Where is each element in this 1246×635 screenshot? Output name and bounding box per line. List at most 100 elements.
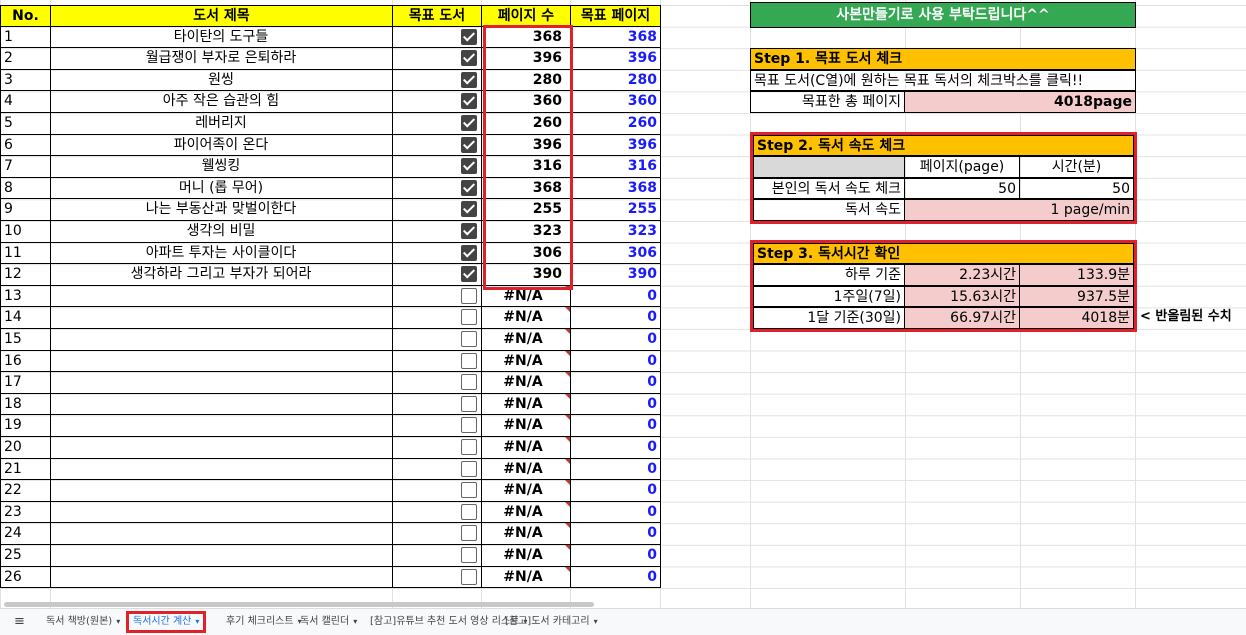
book-title-cell[interactable]: 생각하라 그리고 부자가 되어라 <box>50 264 393 286</box>
page-count-cell[interactable]: #N/A <box>481 415 571 437</box>
page-count-cell[interactable]: 306 <box>481 242 571 265</box>
book-title-cell[interactable]: 아주 작은 습관의 힘 <box>50 91 393 113</box>
book-title-cell[interactable]: 나는 부동산과 맞벌이한다 <box>50 199 393 221</box>
target-checkbox-cell[interactable] <box>392 329 482 351</box>
book-title-cell[interactable]: 웰씽킹 <box>50 156 393 178</box>
checkbox-checked[interactable] <box>461 266 477 283</box>
sheet-tab[interactable]: [참고]도서 카테고리 ▾ <box>505 613 598 631</box>
reading-speed-page-input[interactable]: 50 <box>904 177 1020 200</box>
target-checkbox-cell[interactable] <box>392 48 482 70</box>
checkbox-checked[interactable] <box>461 71 477 88</box>
target-checkbox-cell[interactable] <box>392 221 482 243</box>
checkbox-unchecked[interactable] <box>461 568 477 585</box>
page-count-cell[interactable]: 390 <box>481 264 571 286</box>
book-title-cell[interactable] <box>50 523 393 545</box>
target-checkbox-cell[interactable] <box>392 350 482 373</box>
target-checkbox-cell[interactable] <box>392 242 482 265</box>
page-count-cell[interactable]: #N/A <box>481 329 571 351</box>
page-count-cell[interactable]: #N/A <box>481 350 571 373</box>
checkbox-unchecked[interactable] <box>461 460 477 477</box>
target-checkbox-cell[interactable] <box>392 264 482 286</box>
book-title-cell[interactable] <box>50 372 393 394</box>
book-title-cell[interactable] <box>50 307 393 329</box>
sheet-tab[interactable]: [참고]유튜브 추천 도서 영상 리스트 ▾ <box>370 613 527 631</box>
target-checkbox-cell[interactable] <box>392 69 482 92</box>
checkbox-unchecked[interactable] <box>461 547 477 563</box>
target-checkbox-cell[interactable] <box>392 523 482 545</box>
book-title-cell[interactable] <box>50 480 393 502</box>
target-checkbox-cell[interactable] <box>392 91 482 113</box>
book-title-cell[interactable]: 아파트 투자는 사이클이다 <box>50 242 393 265</box>
chevron-down-icon[interactable]: ▾ <box>116 617 120 626</box>
chevron-down-icon[interactable]: ▾ <box>353 617 357 626</box>
target-checkbox-cell[interactable] <box>392 199 482 221</box>
target-checkbox-cell[interactable] <box>392 415 482 437</box>
page-count-cell[interactable]: 255 <box>481 199 571 221</box>
target-checkbox-cell[interactable] <box>392 480 482 502</box>
book-title-cell[interactable] <box>50 285 393 308</box>
checkbox-checked[interactable] <box>461 50 477 67</box>
checkbox-unchecked[interactable] <box>461 395 477 412</box>
sheet-tab[interactable]: 독서 캘린더 ▾ <box>300 613 357 631</box>
checkbox-unchecked[interactable] <box>461 352 477 369</box>
checkbox-checked[interactable] <box>461 201 477 218</box>
checkbox-unchecked[interactable] <box>461 503 477 520</box>
page-count-cell[interactable]: 323 <box>481 221 571 243</box>
checkbox-checked[interactable] <box>461 115 477 131</box>
target-checkbox-cell[interactable] <box>392 545 482 567</box>
book-title-cell[interactable] <box>50 545 393 567</box>
target-checkbox-cell[interactable] <box>392 566 482 589</box>
book-title-cell[interactable]: 원씽 <box>50 69 393 92</box>
checkbox-unchecked[interactable] <box>461 525 477 542</box>
checkbox-unchecked[interactable] <box>461 417 477 434</box>
checkbox-checked[interactable] <box>461 244 477 261</box>
page-count-cell[interactable]: #N/A <box>481 458 571 481</box>
checkbox-unchecked[interactable] <box>461 309 477 326</box>
page-count-cell[interactable]: #N/A <box>481 285 571 308</box>
target-checkbox-cell[interactable] <box>392 134 482 157</box>
book-title-cell[interactable] <box>50 350 393 373</box>
book-title-cell[interactable]: 레버리지 <box>50 113 393 135</box>
checkbox-checked[interactable] <box>461 136 477 153</box>
book-title-cell[interactable]: 월급쟁이 부자로 은퇴하라 <box>50 48 393 70</box>
target-checkbox-cell[interactable] <box>392 177 482 200</box>
target-checkbox-cell[interactable] <box>392 437 482 459</box>
reading-speed-time-input[interactable]: 50 <box>1019 177 1134 200</box>
page-count-cell[interactable]: #N/A <box>481 437 571 459</box>
page-count-cell[interactable]: #N/A <box>481 501 571 524</box>
target-checkbox-cell[interactable] <box>392 156 482 178</box>
page-count-cell[interactable]: #N/A <box>481 545 571 567</box>
checkbox-unchecked[interactable] <box>461 287 477 304</box>
checkbox-unchecked[interactable] <box>461 331 477 347</box>
chevron-down-icon[interactable]: ▾ <box>594 617 598 626</box>
sheet-tab[interactable]: 후기 체크리스트 ▾ <box>226 613 302 631</box>
target-checkbox-cell[interactable] <box>392 26 482 49</box>
sheet-tab[interactable]: 독서시간 계산 ▾ <box>126 611 207 633</box>
horizontal-scrollbar[interactable] <box>4 602 594 607</box>
target-checkbox-cell[interactable] <box>392 372 482 394</box>
page-count-cell[interactable]: 396 <box>481 134 571 157</box>
page-count-cell[interactable]: #N/A <box>481 393 571 416</box>
target-checkbox-cell[interactable] <box>392 285 482 308</box>
page-count-cell[interactable]: 368 <box>481 26 571 49</box>
book-title-cell[interactable] <box>50 566 393 589</box>
checkbox-checked[interactable] <box>461 158 477 175</box>
target-checkbox-cell[interactable] <box>392 307 482 329</box>
page-count-cell[interactable]: #N/A <box>481 566 571 589</box>
book-title-cell[interactable]: 머니 (롭 무어) <box>50 177 393 200</box>
page-count-cell[interactable]: 396 <box>481 48 571 70</box>
page-count-cell[interactable]: 316 <box>481 156 571 178</box>
target-checkbox-cell[interactable] <box>392 501 482 524</box>
page-count-cell[interactable]: 368 <box>481 177 571 200</box>
book-title-cell[interactable] <box>50 415 393 437</box>
page-count-cell[interactable]: 360 <box>481 91 571 113</box>
all-sheets-menu-icon[interactable]: ≡ <box>14 613 25 631</box>
checkbox-checked[interactable] <box>461 223 477 239</box>
book-title-cell[interactable] <box>50 329 393 351</box>
page-count-cell[interactable]: #N/A <box>481 523 571 545</box>
page-count-cell[interactable]: #N/A <box>481 307 571 329</box>
target-checkbox-cell[interactable] <box>392 393 482 416</box>
checkbox-checked[interactable] <box>461 179 477 196</box>
checkbox-checked[interactable] <box>461 28 477 45</box>
book-title-cell[interactable]: 타이탄의 도구들 <box>50 26 393 49</box>
